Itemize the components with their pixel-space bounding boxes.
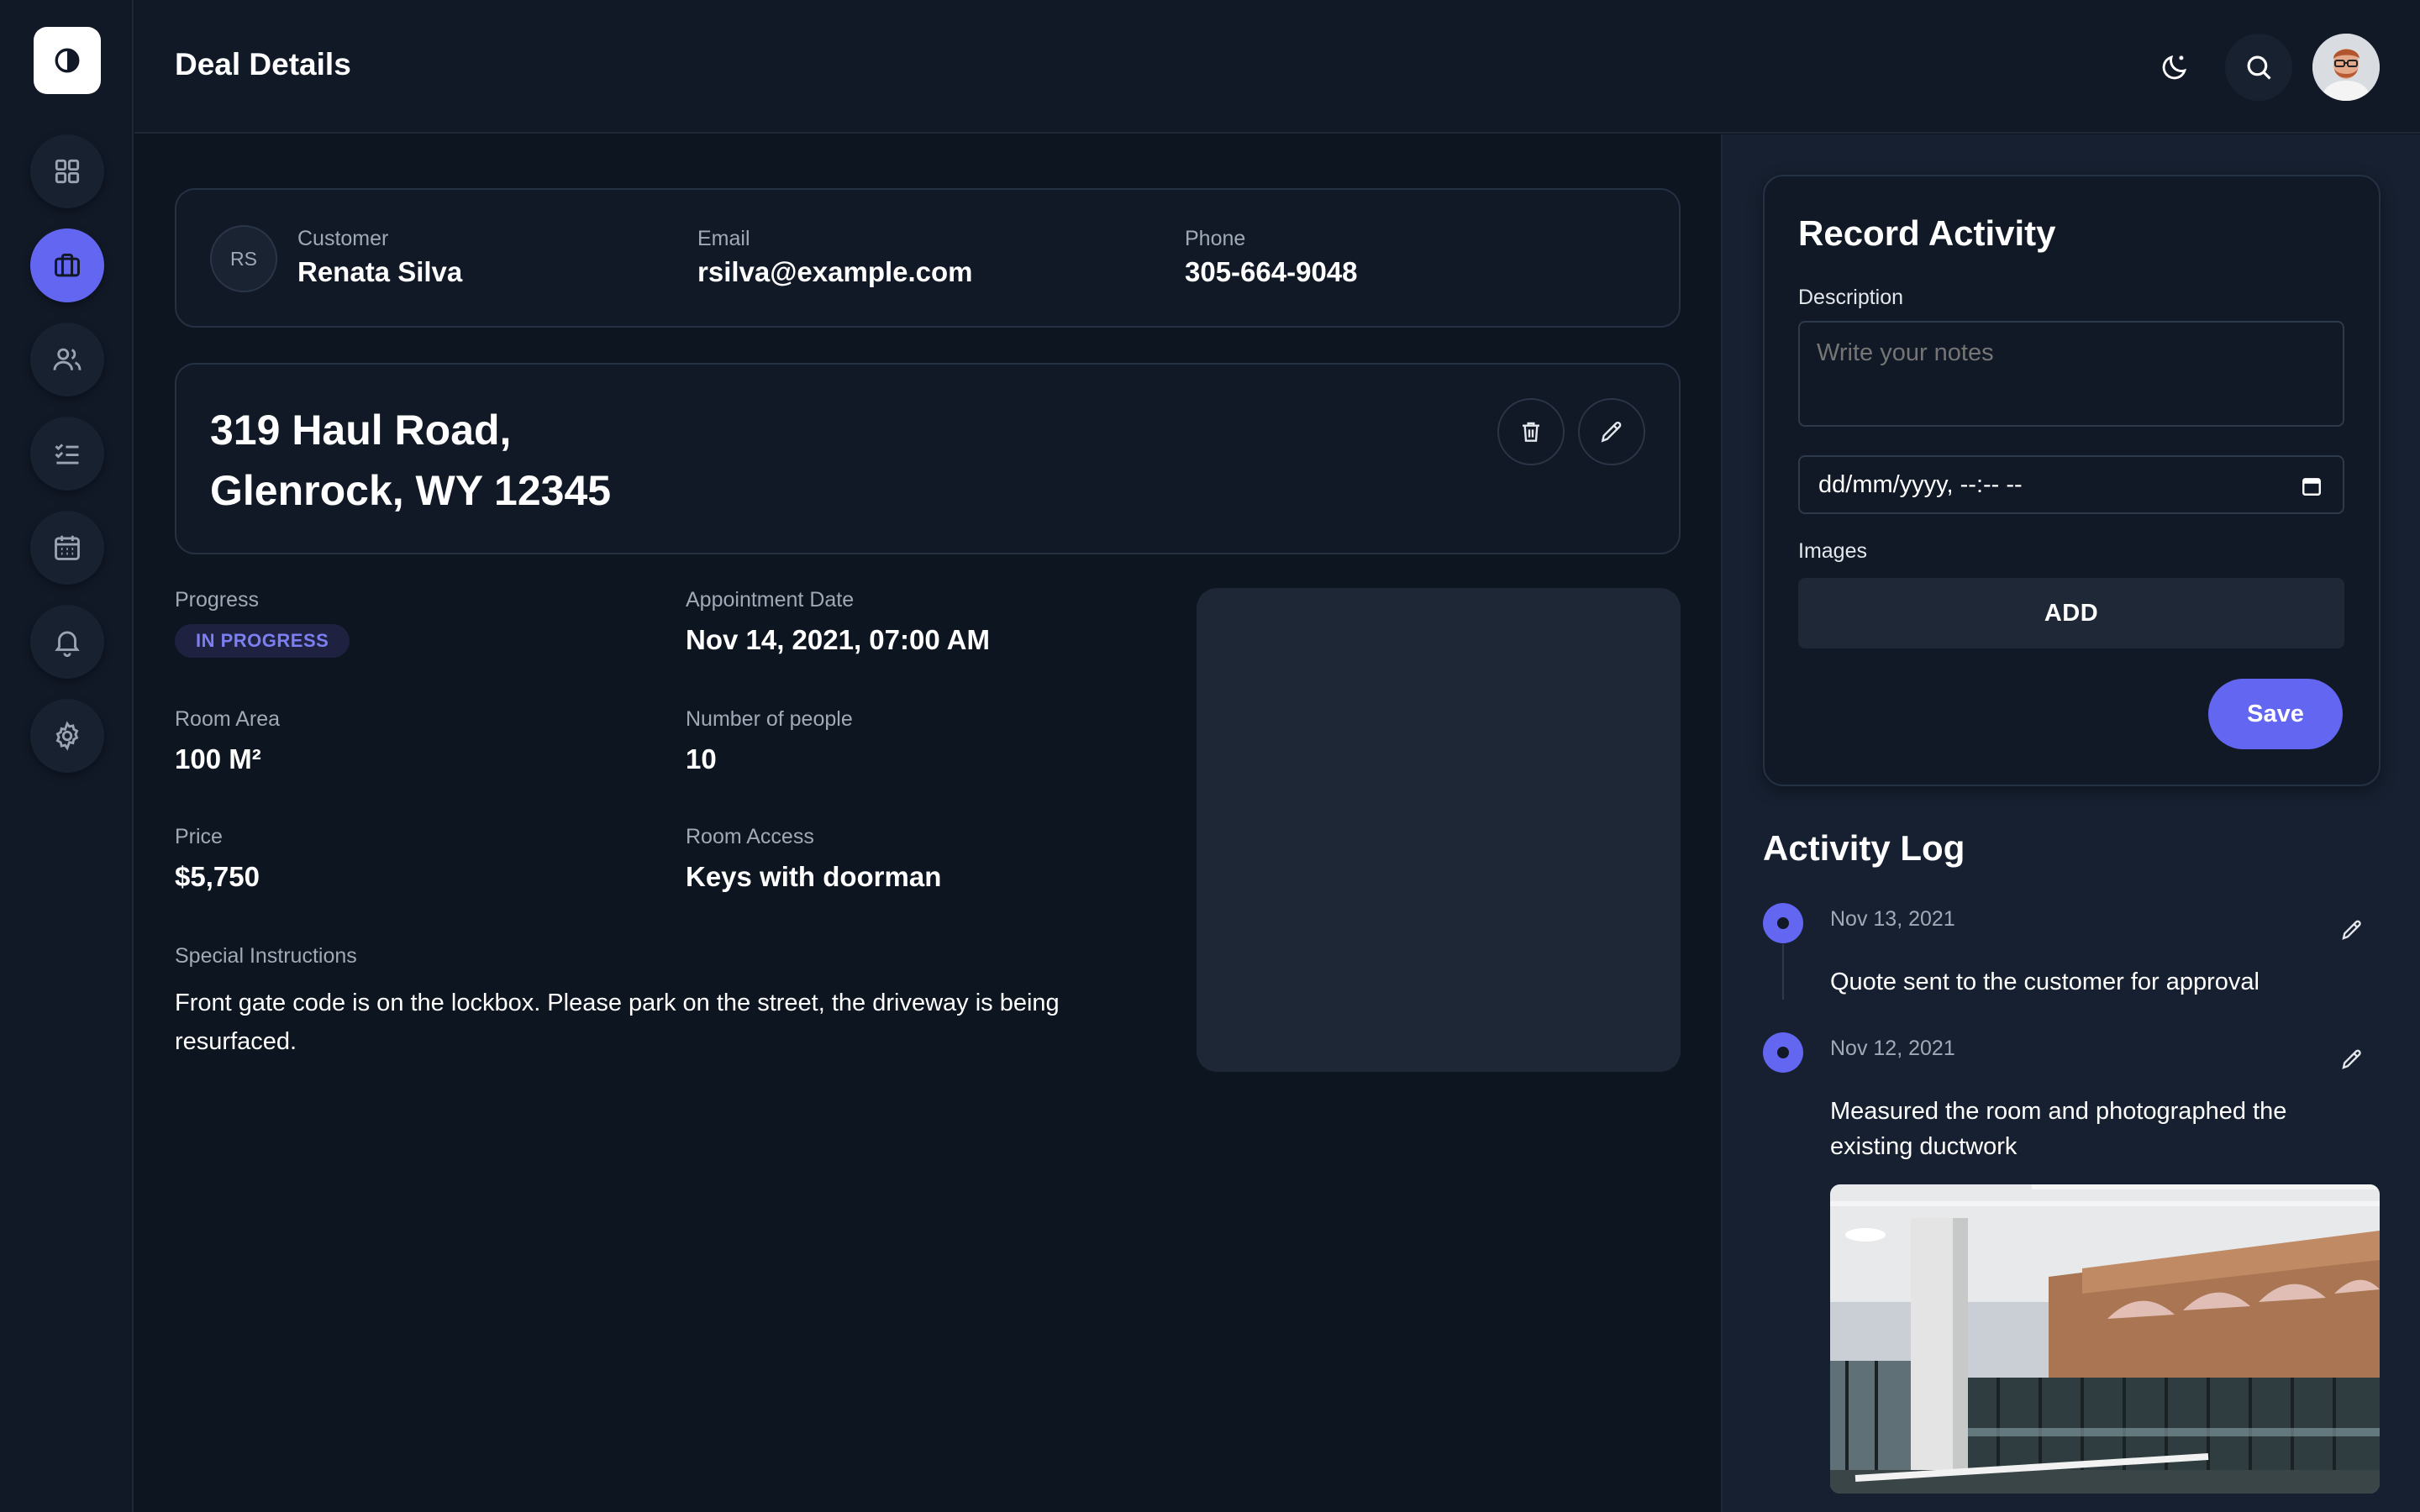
- sidebar-item-dashboard[interactable]: [30, 134, 104, 208]
- phone-label: Phone: [1185, 227, 1246, 250]
- office-photo-icon: [1830, 1184, 2380, 1494]
- sidebar-item-notifications[interactable]: [30, 605, 104, 679]
- people-field: Number of people 10: [686, 707, 853, 775]
- people-label: Number of people: [686, 707, 853, 731]
- logo[interactable]: [34, 27, 101, 94]
- datetime-input[interactable]: dd/mm/yyyy, --:-- --: [1798, 455, 2344, 514]
- price-label: Price: [175, 825, 223, 848]
- edit-button[interactable]: [1578, 398, 1645, 465]
- status-badge: IN PROGRESS: [175, 624, 350, 658]
- activity-log-title: Activity Log: [1763, 828, 1965, 868]
- appointment-value: Nov 14, 2021, 07:00 AM: [686, 624, 990, 655]
- gear-icon: [55, 721, 79, 751]
- users-icon: [53, 348, 82, 370]
- datetime-placeholder: dd/mm/yyyy, --:-- --: [1818, 470, 2023, 498]
- bell-icon: [55, 631, 80, 657]
- deal-address: 319 Haul Road, Glenrock, WY 12345: [210, 400, 611, 521]
- description-input[interactable]: [1798, 321, 2344, 427]
- sidebar-item-tasks[interactable]: [30, 417, 104, 491]
- sidebar-item-deals[interactable]: [30, 228, 104, 302]
- record-activity-title: Record Activity: [1798, 213, 2056, 253]
- customer-email[interactable]: rsilva@example.com: [697, 256, 973, 288]
- edit-entry-icon[interactable]: [2339, 1047, 2365, 1072]
- trash-icon: [1523, 422, 1539, 442]
- page-title: Deal Details: [175, 47, 351, 81]
- timeline-dot: [1763, 1032, 1803, 1073]
- search-button[interactable]: [2225, 34, 2292, 101]
- timeline-connector: [1782, 944, 1784, 1000]
- email-label: Email: [697, 227, 750, 250]
- log-entry-date: Nov 12, 2021: [1830, 1037, 1955, 1060]
- sidebar-item-calendar[interactable]: [30, 511, 104, 585]
- room-area-field: Room Area 100 M²: [175, 707, 280, 775]
- pencil-icon: [1601, 421, 1622, 443]
- appointment-field: Appointment Date Nov 14, 2021, 07:00 AM: [686, 588, 990, 656]
- customer-name: Renata Silva: [297, 256, 463, 287]
- address-line-2: Glenrock, WY 12345: [210, 467, 612, 514]
- instructions-value: Front gate code is on the lockbox. Pleas…: [175, 990, 1060, 1055]
- moon-icon: [2162, 55, 2187, 80]
- briefcase-icon: [55, 253, 80, 277]
- description-label: Description: [1798, 286, 1904, 309]
- map-placeholder: [1197, 588, 1681, 1072]
- progress-field: Progress IN PROGRESS: [175, 588, 350, 658]
- room-access-field: Room Access Keys with doorman: [686, 825, 941, 893]
- log-entry-text: Quote sent to the customer for approval: [1830, 969, 2260, 995]
- delete-button[interactable]: [1497, 398, 1565, 465]
- progress-label: Progress: [175, 588, 260, 612]
- search-icon: [2247, 55, 2271, 80]
- price-value: $5,750: [175, 861, 260, 892]
- instructions-field: Special Instructions Front gate code is …: [175, 944, 1150, 1061]
- room-access-label: Room Access: [686, 825, 814, 848]
- room-area-value: 100 M²: [175, 743, 261, 774]
- sidebar: [0, 0, 134, 1512]
- sidebar-item-settings[interactable]: [30, 699, 104, 773]
- instructions-label: Special Instructions: [175, 944, 357, 968]
- price-field: Price $5,750: [175, 825, 260, 893]
- user-photo-icon: [2312, 34, 2380, 101]
- save-button[interactable]: Save: [2208, 679, 2343, 749]
- customer-avatar: RS: [210, 225, 277, 292]
- address-line-1: 319 Haul Road,: [210, 407, 512, 454]
- activity-photo[interactable]: [1830, 1184, 2380, 1494]
- customer-label: Customer: [297, 227, 389, 250]
- customer-card: RS Customer Renata Silva Email rsilva@ex…: [175, 188, 1681, 328]
- calendar-icon: [55, 535, 80, 560]
- top-bar: Deal Details: [134, 0, 2420, 134]
- room-area-label: Room Area: [175, 707, 281, 731]
- theme-toggle-button[interactable]: [2141, 34, 2208, 101]
- grid-icon: [55, 159, 80, 184]
- people-value: 10: [686, 743, 717, 774]
- user-avatar[interactable]: [2312, 34, 2380, 101]
- sidebar-item-customers[interactable]: [30, 323, 104, 396]
- address-card: 319 Haul Road, Glenrock, WY 12345: [175, 363, 1681, 554]
- checklist-icon: [55, 444, 79, 465]
- log-entry-date: Nov 13, 2021: [1830, 907, 1955, 931]
- calendar-picker-icon[interactable]: [2301, 475, 2323, 497]
- logo-icon: [55, 48, 80, 73]
- appointment-label: Appointment Date: [686, 588, 855, 612]
- timeline-dot: [1763, 903, 1803, 943]
- customer-phone[interactable]: 305-664-9048: [1185, 256, 1358, 288]
- edit-entry-icon[interactable]: [2339, 917, 2365, 942]
- log-entry-text: Measured the room and photographed the e…: [1830, 1098, 2287, 1160]
- images-label: Images: [1798, 539, 1867, 563]
- room-access-value: Keys with doorman: [686, 861, 942, 892]
- add-image-button[interactable]: ADD: [1798, 578, 2344, 648]
